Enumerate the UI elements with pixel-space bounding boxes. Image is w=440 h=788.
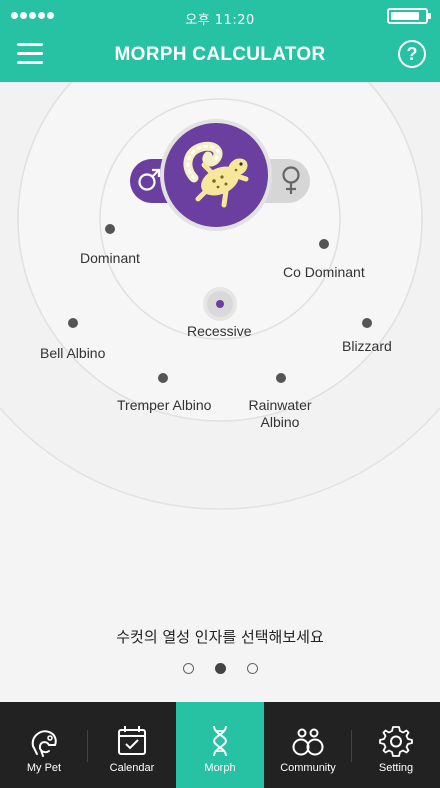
tab-label-setting: Setting: [378, 762, 414, 774]
selected-indicator: [216, 300, 224, 308]
tab-morph[interactable]: Morph: [176, 702, 264, 788]
gene-dot-blizzard[interactable]: [362, 318, 372, 328]
gene-label-tremper-albino[interactable]: Tremper Albino: [117, 397, 211, 414]
gene-label-dominant[interactable]: Dominant: [80, 250, 140, 267]
chameleon-icon: [31, 730, 57, 757]
tab-label-my-pet: My Pet: [26, 762, 62, 774]
male-symbol-icon[interactable]: [136, 167, 162, 193]
tab-label-community: Community: [280, 762, 336, 774]
gene-dot-recessive-selected[interactable]: [203, 287, 237, 321]
battery-level: [391, 12, 419, 20]
bottom-tab-bar: My Pet Calendar Morph Community Setting: [0, 702, 440, 788]
gene-label-blizzard[interactable]: Blizzard: [342, 338, 392, 355]
gene-label-rainwater-albino[interactable]: Rainwater Albino: [245, 397, 315, 431]
question-circle-icon[interactable]: ?: [398, 40, 426, 68]
app-header: 오후 11:20 MORPH CALCULATOR ?: [0, 0, 440, 82]
instruction-text: 수컷의 열성 인자를 선택해보세요: [116, 628, 324, 646]
calendar-check-icon: [118, 726, 146, 755]
gene-dot-rainwater-albino[interactable]: [276, 373, 286, 383]
page-title: MORPH CALCULATOR: [114, 44, 326, 65]
tab-setting[interactable]: Setting: [352, 702, 440, 788]
gene-dot-tremper-albino[interactable]: [158, 373, 168, 383]
dna-icon: [212, 725, 228, 757]
page-dot-1[interactable]: [182, 663, 194, 674]
female-symbol-icon[interactable]: [278, 165, 304, 195]
tab-calendar[interactable]: Calendar: [88, 702, 176, 788]
page-dot-3[interactable]: [246, 663, 258, 674]
gene-dot-bell-albino[interactable]: [68, 318, 78, 328]
tab-label-morph: Morph: [204, 762, 236, 774]
gene-label-rainwater-line2: Albino: [260, 414, 300, 430]
tab-my-pet[interactable]: My Pet: [0, 702, 88, 788]
page-dot-2-active[interactable]: [214, 663, 226, 674]
gene-dot-co-dominant[interactable]: [319, 239, 329, 249]
gecko-avatar: [160, 119, 272, 231]
gear-icon: [379, 726, 413, 757]
tab-label-calendar: Calendar: [109, 762, 155, 774]
page-indicator: [0, 663, 440, 674]
community-icon: [292, 728, 324, 756]
gene-label-co-dominant[interactable]: Co Dominant: [283, 264, 365, 281]
gene-label-rainwater-line1: Rainwater: [248, 397, 312, 413]
leopard-gecko-illustration: [183, 141, 249, 208]
status-time: 오후 11:20: [185, 13, 255, 28]
status-bar: 오후 11:20: [0, 0, 440, 32]
gene-dot-dominant[interactable]: [105, 224, 115, 234]
gene-label-recessive[interactable]: Recessive: [187, 323, 252, 340]
gene-label-bell-albino[interactable]: Bell Albino: [40, 345, 105, 362]
tab-community[interactable]: Community: [264, 702, 352, 788]
battery-icon: [387, 8, 431, 24]
morph-orbit-area: Dominant Co Dominant Recessive Bell Albi…: [0, 82, 440, 702]
